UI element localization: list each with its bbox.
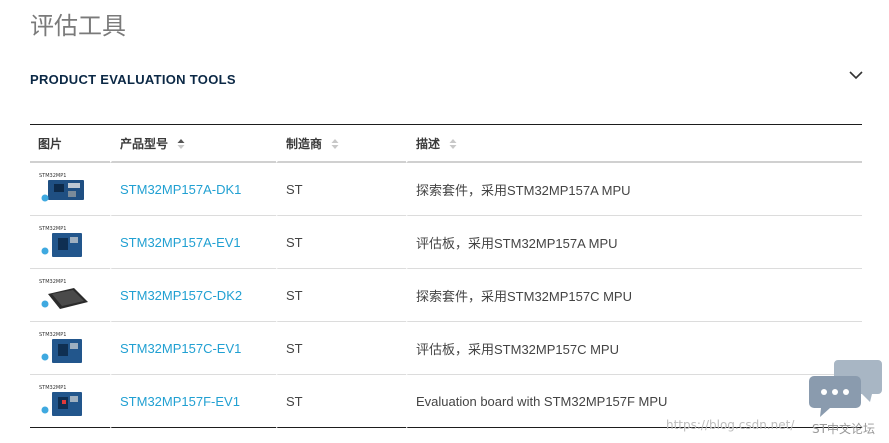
column-header-maker[interactable]: 制造商 <box>276 125 406 163</box>
svg-text:STM32MP1: STM32MP1 <box>39 279 66 285</box>
product-link[interactable]: STM32MP157A-DK1 <box>120 182 241 197</box>
column-header-part[interactable]: 产品型号 <box>110 125 276 163</box>
table-row: STM32MP1 STM32MP157A-EV1 ST 评估板，采用STM32M… <box>30 216 862 269</box>
product-part-cell: STM32MP157C-EV1 <box>110 322 276 375</box>
maker-cell: ST <box>276 322 406 375</box>
product-link[interactable]: STM32MP157A-EV1 <box>120 235 241 250</box>
column-header-description[interactable]: 描述 <box>406 125 862 163</box>
product-image-cell: STM32MP1 <box>30 216 110 269</box>
maker-cell: ST <box>276 216 406 269</box>
evaluation-tools-table: 图片 产品型号 制造商 描述 STM32MP1 STM32MP157A-DK1 … <box>30 125 862 428</box>
board-thumbnail[interactable]: STM32MP1 <box>38 170 92 208</box>
product-part-cell: STM32MP157C-DK2 <box>110 269 276 322</box>
product-image-cell: STM32MP1 <box>30 322 110 375</box>
watermark-url: https://blog.csdn.net/ <box>666 418 795 432</box>
product-part-cell: STM32MP157A-EV1 <box>110 216 276 269</box>
svg-text:STM32MP1: STM32MP1 <box>39 226 66 232</box>
product-part-cell: STM32MP157F-EV1 <box>110 375 276 428</box>
description-cell: 评估板，采用STM32MP157A MPU <box>406 216 862 269</box>
board-thumbnail[interactable]: STM32MP1 <box>38 223 92 261</box>
description-cell: 评估板，采用STM32MP157C MPU <box>406 322 862 375</box>
chat-bubble-icon[interactable] <box>808 358 882 420</box>
product-image-cell: STM32MP1 <box>30 163 110 216</box>
product-image-cell: STM32MP1 <box>30 269 110 322</box>
maker-cell: ST <box>276 375 406 428</box>
maker-cell: ST <box>276 163 406 216</box>
board-thumbnail[interactable]: STM32MP1 <box>38 276 92 314</box>
svg-text:STM32MP1: STM32MP1 <box>39 385 66 391</box>
board-thumbnail[interactable]: STM32MP1 <box>38 382 92 420</box>
column-header-image: 图片 <box>30 125 110 163</box>
page-title: 评估工具 <box>30 12 126 40</box>
chevron-down-icon[interactable] <box>848 68 864 82</box>
description-cell: 探索套件，采用STM32MP157C MPU <box>406 269 862 322</box>
description-cell: 探索套件，采用STM32MP157A MPU <box>406 163 862 216</box>
watermark-brand: ST中文论坛 <box>812 422 875 436</box>
sort-icon[interactable] <box>331 138 339 150</box>
sort-icon[interactable] <box>449 138 457 150</box>
table-row: STM32MP1 STM32MP157C-EV1 ST 评估板，采用STM32M… <box>30 322 862 375</box>
svg-text:STM32MP1: STM32MP1 <box>39 332 66 338</box>
section-title: PRODUCT EVALUATION TOOLS <box>30 72 236 87</box>
product-link[interactable]: STM32MP157F-EV1 <box>120 394 240 409</box>
product-image-cell: STM32MP1 <box>30 375 110 428</box>
maker-cell: ST <box>276 269 406 322</box>
table-row: STM32MP1 STM32MP157A-DK1 ST 探索套件，采用STM32… <box>30 163 862 216</box>
board-thumbnail[interactable]: STM32MP1 <box>38 329 92 367</box>
svg-text:STM32MP1: STM32MP1 <box>39 173 66 179</box>
table-header-row: 图片 产品型号 制造商 描述 <box>30 125 862 163</box>
product-link[interactable]: STM32MP157C-EV1 <box>120 341 241 356</box>
evaluation-tools-section-toggle[interactable]: PRODUCT EVALUATION TOOLS <box>30 64 866 94</box>
table-row: STM32MP1 STM32MP157C-DK2 ST 探索套件，采用STM32… <box>30 269 862 322</box>
product-part-cell: STM32MP157A-DK1 <box>110 163 276 216</box>
product-link[interactable]: STM32MP157C-DK2 <box>120 288 242 303</box>
sort-icon[interactable] <box>177 138 185 150</box>
